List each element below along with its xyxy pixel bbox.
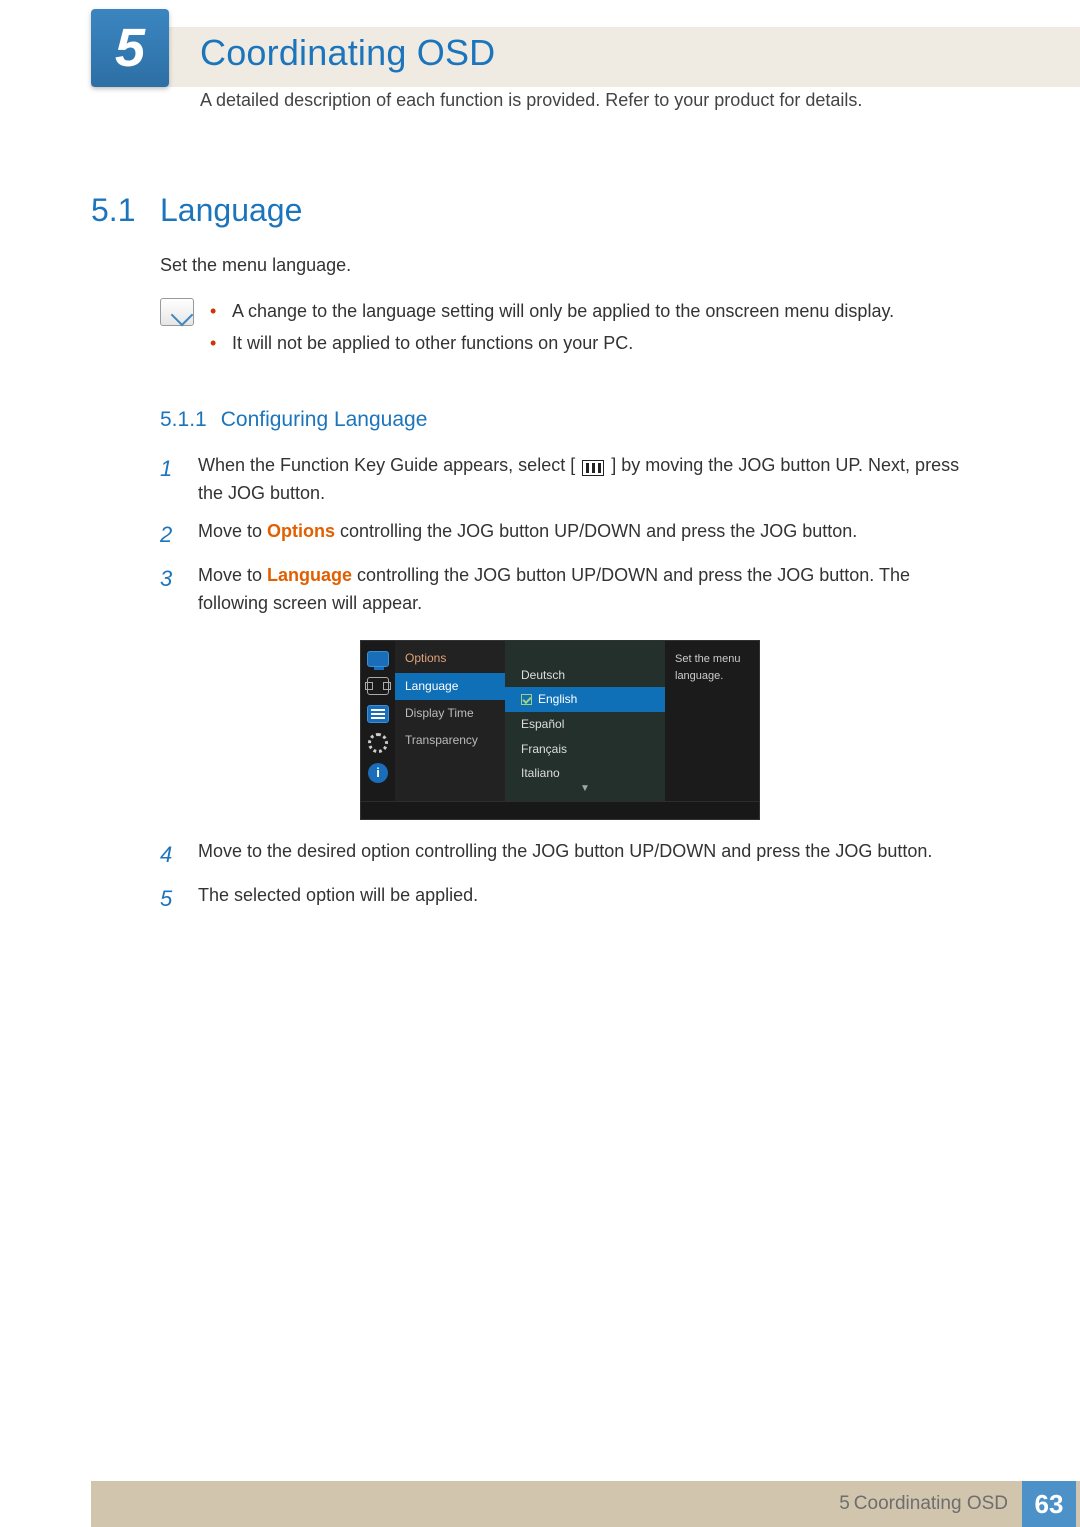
osd-lang-item[interactable]: English: [505, 687, 665, 712]
osd-footer: [361, 801, 759, 819]
step-text: Move to Language controlling the JOG but…: [198, 562, 960, 618]
step-4: 4 Move to the desired option controlling…: [160, 838, 960, 872]
body: Set the menu language. A change to the l…: [160, 252, 960, 926]
gear-icon: [368, 733, 388, 753]
step-text: Move to Options controlling the JOG butt…: [198, 518, 960, 552]
step-number: 1: [160, 452, 180, 508]
step-2: 2 Move to Options controlling the JOG bu…: [160, 518, 960, 552]
equalizer-icon: [367, 705, 389, 723]
section-number: 5.1: [91, 192, 135, 229]
footer-chapter-number: 5: [839, 1493, 850, 1515]
osd-left-item[interactable]: Display Time: [395, 700, 505, 727]
footer-page-number: 63: [1022, 1481, 1076, 1527]
subsection-title: Configuring Language: [221, 404, 428, 437]
chapter-desc: A detailed description of each function …: [200, 90, 862, 111]
intro-text: Set the menu language.: [160, 252, 960, 280]
footer-chapter-title: Coordinating OSD: [854, 1493, 1008, 1515]
chapter-title: Coordinating OSD: [200, 32, 495, 74]
chapter-badge: 5: [91, 9, 169, 87]
step-number: 4: [160, 838, 180, 872]
osd-window: i Options Language Display Time Transpar…: [360, 640, 760, 820]
expand-icon: [367, 677, 389, 695]
step-text: Move to the desired option controlling t…: [198, 838, 960, 872]
osd-left-item[interactable]: Transparency: [395, 727, 505, 754]
osd-mid-pane: Deutsch English Español Français Italian…: [505, 641, 665, 801]
osd-screenshot: i Options Language Display Time Transpar…: [160, 640, 960, 820]
footer-bar: 5 Coordinating OSD 63: [91, 1481, 1080, 1527]
steps-list: 1 When the Function Key Guide appears, s…: [160, 452, 960, 618]
osd-left-header: Options: [395, 647, 505, 674]
note-item: A change to the language setting will on…: [210, 298, 894, 326]
check-icon: [521, 694, 532, 705]
step-5: 5 The selected option will be applied.: [160, 882, 960, 916]
osd-lang-item[interactable]: Deutsch: [505, 663, 665, 688]
info-icon: i: [368, 763, 388, 783]
note-block: A change to the language setting will on…: [160, 298, 960, 362]
osd-left-pane: Options Language Display Time Transparen…: [395, 641, 505, 801]
chapter-number: 5: [115, 17, 145, 79]
osd-lang-item[interactable]: Français: [505, 737, 665, 762]
step-number: 3: [160, 562, 180, 618]
chevron-down-icon: ▼: [505, 781, 665, 797]
note-icon: [160, 298, 194, 326]
step-text: When the Function Key Guide appears, sel…: [198, 452, 960, 508]
step-3: 3 Move to Language controlling the JOG b…: [160, 562, 960, 618]
menu-icon: [582, 460, 604, 476]
note-item: It will not be applied to other function…: [210, 330, 894, 358]
subsection-number: 5.1.1: [160, 404, 207, 437]
section-title: Language: [160, 192, 302, 229]
step-number: 2: [160, 518, 180, 552]
steps-list-cont: 4 Move to the desired option controlling…: [160, 838, 960, 916]
step-1: 1 When the Function Key Guide appears, s…: [160, 452, 960, 508]
step-text: The selected option will be applied.: [198, 882, 960, 916]
step-number: 5: [160, 882, 180, 916]
osd-lang-label: English: [538, 690, 577, 709]
osd-right-pane: Set the menu language.: [665, 641, 759, 801]
osd-lang-item[interactable]: Español: [505, 712, 665, 737]
note-list: A change to the language setting will on…: [210, 298, 894, 362]
monitor-icon: [367, 651, 389, 667]
osd-left-item[interactable]: Language: [395, 673, 505, 700]
osd-icon-rail: i: [361, 641, 395, 801]
subsection-heading: 5.1.1 Configuring Language: [160, 404, 960, 437]
